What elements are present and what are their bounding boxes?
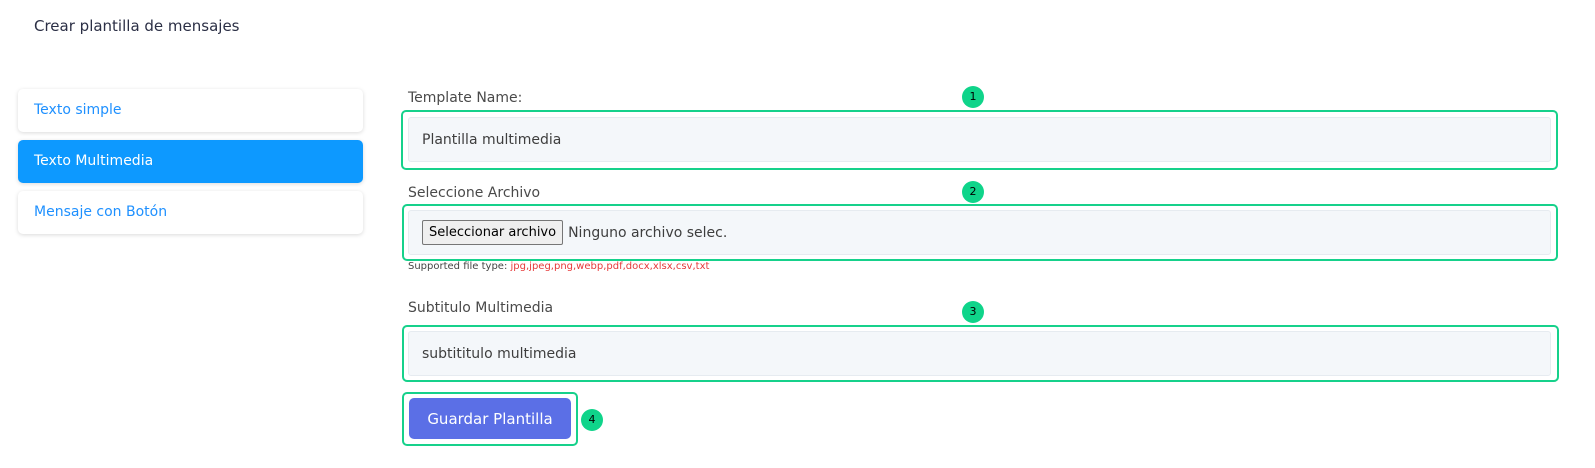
template-name-input[interactable]: Plantilla multimedia bbox=[408, 117, 1551, 162]
step-badge-4: 4 bbox=[581, 409, 603, 431]
template-name-label: Template Name: bbox=[408, 90, 523, 106]
menu-item-texto-multimedia[interactable]: Texto Multimedia bbox=[18, 140, 363, 183]
supported-prefix: Supported file type: bbox=[408, 261, 508, 272]
subtitle-value: subtititulo multimedia bbox=[422, 345, 577, 362]
select-file-button[interactable]: Seleccionar archivo bbox=[422, 220, 564, 245]
save-template-button[interactable]: Guardar Plantilla bbox=[409, 398, 571, 439]
menu-item-mensaje-con-boton[interactable]: Mensaje con Botón bbox=[18, 191, 363, 234]
menu-item-texto-simple[interactable]: Texto simple bbox=[18, 89, 363, 132]
file-input[interactable]: Seleccionar archivo Ninguno archivo sele… bbox=[408, 210, 1551, 255]
step-badge-1: 1 bbox=[962, 86, 984, 108]
supported-file-types: Supported file type: jpg,jpeg,png,webp,p… bbox=[408, 261, 709, 272]
subtitle-label: Subtitulo Multimedia bbox=[408, 300, 554, 316]
file-status: Ninguno archivo selec. bbox=[568, 224, 728, 241]
page-title: Crear plantilla de mensajes bbox=[34, 17, 240, 35]
step-badge-2: 2 bbox=[962, 181, 984, 203]
template-name-value: Plantilla multimedia bbox=[422, 131, 562, 148]
subtitle-input[interactable]: subtititulo multimedia bbox=[408, 331, 1551, 376]
supported-types-list: jpg,jpeg,png,webp,pdf,docx,xlsx,csv,txt bbox=[510, 261, 710, 272]
file-label: Seleccione Archivo bbox=[408, 185, 541, 201]
step-badge-3: 3 bbox=[962, 301, 984, 323]
